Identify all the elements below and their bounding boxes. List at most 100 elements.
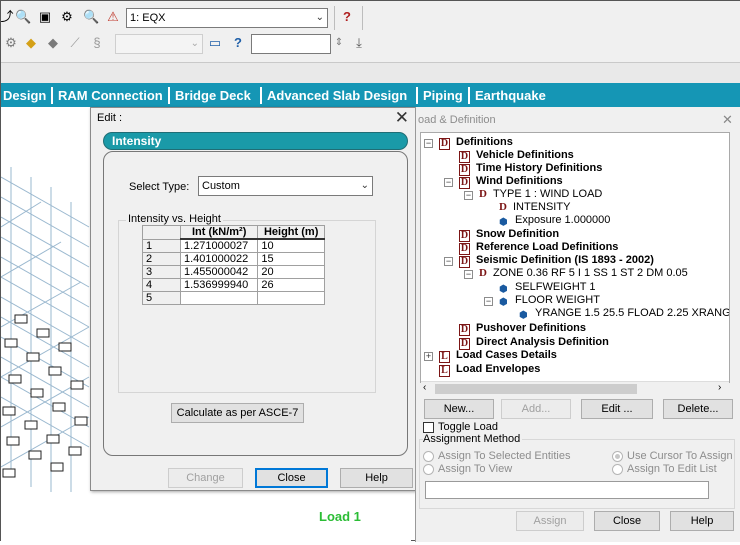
tab-piping[interactable]: Piping xyxy=(423,88,463,103)
close-icon[interactable]: ✕ xyxy=(395,108,409,128)
tree-item-yrange[interactable]: ⬢ YRANGE 1.5 25.5 FLOAD 2.25 XRANG xyxy=(519,307,729,322)
int-cell[interactable]: 1.536999940 xyxy=(179,278,259,292)
collapse-icon[interactable]: − xyxy=(484,297,493,306)
load-case-select[interactable]: 1: EQX ⌄ xyxy=(126,8,328,28)
edit-list-field[interactable] xyxy=(425,481,709,499)
help-box-icon[interactable]: ? xyxy=(230,35,246,51)
column-header: Int (kN/m²) xyxy=(179,225,259,240)
table-row[interactable]: 3 1.455000042 20 xyxy=(142,265,325,279)
load-item-icon: ⬢ xyxy=(519,310,528,321)
warning-icon[interactable]: ⚠ xyxy=(105,9,121,25)
close-button[interactable]: Close xyxy=(255,468,328,488)
scroll-left-icon[interactable]: ‹ xyxy=(423,382,426,393)
disabled-tool-icon: § xyxy=(93,35,101,50)
panel-help-button[interactable]: Help xyxy=(670,511,734,531)
toolbar: ⤴ 🔍 ▣ ⚙ 🔍 ⚠ 1: EQX ⌄ ? ⚙ ◆ ◆ ⟋ § ⌄ ▭ ? ⇕… xyxy=(0,1,740,63)
tree-item-intensity[interactable]: D INTENSITY xyxy=(499,201,570,214)
tree-item-exposure[interactable]: ⬢ Exposure 1.000000 xyxy=(499,214,610,229)
assignment-method-label: Assignment Method xyxy=(423,433,523,445)
help-icon[interactable]: ? xyxy=(339,9,355,25)
table-row[interactable]: 1 1.271000027 10 xyxy=(142,238,325,253)
collapse-icon[interactable]: − xyxy=(464,191,473,200)
tree-item-load-envelopes[interactable]: L Load Envelopes xyxy=(439,363,540,377)
palette-icon[interactable]: ◆ xyxy=(23,35,39,51)
int-cell[interactable]: 1.271000027 xyxy=(179,238,259,253)
panel-close-button[interactable]: Close xyxy=(594,511,660,531)
definition-tree[interactable]: − D Definitions D Vehicle Definitions D Tim… xyxy=(420,132,730,383)
tree-item-zone[interactable]: D ZONE 0.36 RF 5 I 1 SS 1 ST 2 DM 0.05 xyxy=(479,267,688,280)
tab-design[interactable]: Design xyxy=(3,88,46,103)
tree-item-snow[interactable]: D Snow Definition xyxy=(459,228,559,242)
spinner-icon[interactable]: ⇕ xyxy=(331,35,347,51)
new-button[interactable]: New... xyxy=(424,399,494,419)
delete-button[interactable]: Delete... xyxy=(663,399,733,419)
tree-item-direct-analysis[interactable]: D Direct Analysis Definition xyxy=(459,336,609,350)
row2-input[interactable] xyxy=(251,34,331,54)
tree-item-pushover[interactable]: D Pushover Definitions xyxy=(459,322,586,336)
zoom-icon[interactable]: 🔍 xyxy=(15,9,31,25)
intensity-table[interactable]: Int (kN/m²) Height (m) 1 1.271000027 10 … xyxy=(142,225,325,305)
collapse-icon[interactable]: − xyxy=(444,178,453,187)
tab-divider xyxy=(51,87,53,104)
collapse-icon[interactable]: − xyxy=(424,139,433,148)
tree-horizontal-scrollbar[interactable]: ‹ › xyxy=(421,381,729,395)
collapse-icon[interactable]: − xyxy=(464,270,473,279)
help-button[interactable]: Help xyxy=(340,468,413,488)
definition-icon: D xyxy=(439,138,450,150)
tree-item-definitions[interactable]: D Definitions xyxy=(439,136,513,150)
expand-icon[interactable]: + xyxy=(424,352,433,361)
load-folder-icon: L xyxy=(439,365,450,377)
tree-label: FLOOR WEIGHT xyxy=(515,294,600,306)
select-type-dropdown[interactable]: Custom ⌄ xyxy=(198,176,373,196)
load-label: Load 1 xyxy=(319,509,361,524)
row-number: 3 xyxy=(142,265,181,279)
definition-icon: D xyxy=(479,188,487,200)
tree-item-load-cases[interactable]: L Load Cases Details xyxy=(439,349,557,363)
toggle-load-label: Toggle Load xyxy=(438,421,498,433)
edit-button[interactable]: Edit ... xyxy=(581,399,653,419)
height-cell[interactable]: 10 xyxy=(257,238,325,253)
tab-bridge-deck[interactable]: Bridge Deck xyxy=(175,88,251,103)
tab-ram-connection[interactable]: RAM Connection xyxy=(58,88,163,103)
download-icon[interactable]: ⤓ xyxy=(351,35,367,51)
tree-item-reference[interactable]: D Reference Load Definitions xyxy=(459,241,618,255)
table-row[interactable]: 4 1.536999940 26 xyxy=(142,278,325,292)
tree-item-wind[interactable]: D Wind Definitions xyxy=(459,175,563,189)
tree-label: Definitions xyxy=(456,136,513,148)
tree-label: Seismic Definition (IS 1893 - 2002) xyxy=(476,254,654,266)
collapse-icon[interactable]: − xyxy=(444,257,453,266)
tree-label: TYPE 1 : WIND LOAD xyxy=(492,188,603,200)
settings-tool-icon[interactable]: ⚙ xyxy=(59,9,75,25)
tree-label: INTENSITY xyxy=(512,201,571,213)
scroll-right-icon[interactable]: › xyxy=(718,382,721,393)
tree-item-time-history[interactable]: D Time History Definitions xyxy=(459,162,602,176)
definition-icon: D xyxy=(459,324,470,336)
definition-icon: D xyxy=(459,256,470,268)
load-case-select-value: 1: EQX xyxy=(130,12,166,24)
table-row[interactable]: 5 xyxy=(142,291,325,305)
height-cell[interactable]: 20 xyxy=(257,265,325,279)
height-cell[interactable]: 15 xyxy=(257,252,325,266)
tree-item-vehicle[interactable]: D Vehicle Definitions xyxy=(459,149,574,163)
partial-tool-icon[interactable]: ⤴ xyxy=(0,9,15,25)
tree-item-seismic[interactable]: D Seismic Definition (IS 1893 - 2002) xyxy=(459,254,654,268)
tree-item-type1[interactable]: D TYPE 1 : WIND LOAD xyxy=(479,188,602,201)
close-icon[interactable]: ✕ xyxy=(722,112,733,128)
scrollbar-thumb[interactable] xyxy=(435,384,637,394)
height-cell[interactable] xyxy=(257,291,325,305)
window-icon[interactable]: ▭ xyxy=(207,35,223,51)
int-cell[interactable]: 1.401000022 xyxy=(179,252,259,266)
search-icon[interactable]: 🔍 xyxy=(83,9,99,25)
toggle-load-checkbox[interactable] xyxy=(423,422,434,433)
definition-icon: D xyxy=(479,267,487,279)
int-cell[interactable]: 1.455000042 xyxy=(179,265,259,279)
radio-selected-entities xyxy=(423,451,434,462)
tree-label: Wind Definitions xyxy=(476,175,563,187)
tab-earthquake[interactable]: Earthquake xyxy=(475,88,546,103)
tab-advanced-slab-design[interactable]: Advanced Slab Design xyxy=(267,88,407,103)
calculate-asce7-button[interactable]: Calculate as per ASCE-7 xyxy=(171,403,304,423)
int-cell[interactable] xyxy=(179,291,259,305)
edit-window-icon[interactable]: ▣ xyxy=(37,9,53,25)
table-row[interactable]: 2 1.401000022 15 xyxy=(142,252,325,266)
height-cell[interactable]: 26 xyxy=(257,278,325,292)
